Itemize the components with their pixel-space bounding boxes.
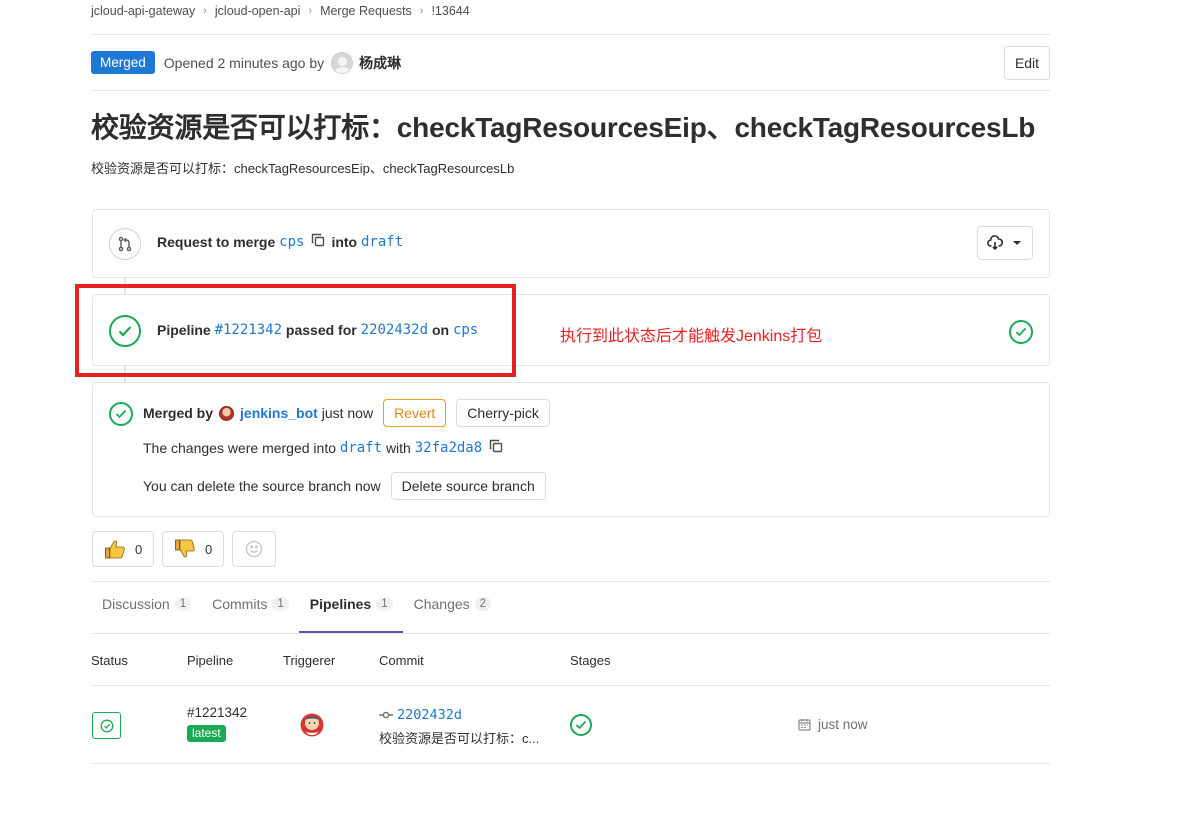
divider [91, 90, 1050, 91]
column-header-commit: Commit [379, 653, 424, 668]
tab-count: 2 [474, 596, 492, 611]
add-reaction-button[interactable] [232, 531, 276, 567]
divider [91, 763, 1050, 764]
pipeline-time: just now [798, 717, 868, 732]
merged-target-branch-link[interactable]: draft [340, 440, 382, 456]
tab-label: Discussion [102, 595, 170, 612]
breadcrumb-mr-id[interactable]: !13644 [431, 4, 469, 18]
source-branch-link[interactable]: cps [279, 234, 304, 250]
column-header-pipeline: Pipeline [187, 653, 234, 668]
thumbs-up-icon [105, 540, 125, 559]
status-badge: Merged [91, 51, 155, 74]
into-label: into [331, 233, 358, 250]
copy-icon[interactable] [489, 439, 503, 456]
annotation-highlight-box [75, 284, 516, 377]
merged-into-line: The changes were merged into draft with … [143, 439, 509, 456]
git-merge-icon [109, 228, 141, 260]
merge-commit-link[interactable]: 32fa2da8 [415, 440, 482, 456]
request-to-merge-label: Request to merge [157, 233, 276, 250]
tab-label: Changes [413, 595, 470, 612]
delete-source-branch-button[interactable]: Delete source branch [390, 472, 546, 500]
breadcrumb-merge-requests[interactable]: Merge Requests [320, 4, 412, 18]
merged-widget: Merged by jenkins_bot just now Revert Ch… [92, 382, 1050, 517]
jenkins-avatar[interactable] [300, 712, 324, 738]
with-label: with [385, 439, 411, 456]
tab-label: Commits [212, 595, 268, 612]
chevron-right-icon: › [308, 5, 313, 17]
divider [91, 633, 1050, 634]
delete-branch-line: You can delete the source branch now Del… [143, 472, 546, 500]
status-success-icon [100, 719, 113, 732]
chevron-right-icon: › [203, 5, 207, 17]
cherry-pick-button[interactable]: Cherry-pick [456, 399, 550, 427]
column-header-triggerer: Triggerer [283, 653, 336, 668]
merge-request-line: Request to merge cps into draft [157, 233, 403, 250]
tab-pipelines[interactable]: Pipelines 1 [298, 590, 403, 633]
stage-success-icon[interactable] [1009, 320, 1033, 344]
commit-icon [379, 711, 393, 719]
tab-count: 1 [174, 596, 192, 611]
stage-success-icon[interactable] [570, 714, 592, 736]
thumbs-up-count: 0 [135, 541, 143, 557]
merged-by-label: Merged by [143, 405, 214, 421]
thumbs-down-count: 0 [205, 541, 213, 557]
target-branch-link[interactable]: draft [361, 234, 403, 250]
avatar[interactable] [219, 405, 235, 421]
tab-count: 1 [272, 596, 289, 611]
merged-by-user-link[interactable]: jenkins_bot [240, 405, 318, 421]
mr-header: Merged Opened 2 minutes ago by 杨成琳 [91, 51, 401, 74]
column-header-status: Status [91, 653, 128, 668]
divider [91, 34, 1050, 35]
latest-badge: latest [187, 725, 226, 742]
merged-time: just now [321, 405, 374, 421]
chevron-right-icon: › [419, 5, 424, 17]
changes-merged-text: The changes were merged into [143, 439, 336, 456]
annotation-text: 执行到此状态后才能触发Jenkins打包 [560, 328, 823, 345]
download-dropdown-button[interactable] [977, 226, 1033, 260]
thumbs-down-award-button[interactable]: 0 [162, 531, 224, 567]
tab-changes[interactable]: Changes 2 [403, 590, 501, 633]
column-header-stages: Stages [570, 653, 611, 668]
breadcrumb: jcloud-api-gateway › jcloud-open-api › M… [91, 4, 470, 18]
merged-success-icon [109, 402, 133, 426]
pipeline-time-text: just now [818, 717, 868, 732]
calendar-icon [798, 719, 811, 731]
thumbs-up-award-button[interactable]: 0 [92, 531, 154, 567]
tab-commits[interactable]: Commits 1 [201, 590, 299, 633]
copy-icon[interactable] [311, 233, 325, 250]
pipeline-id-link[interactable]: #1221342 [187, 705, 247, 720]
pipeline-status-passed-badge[interactable] [92, 712, 121, 739]
divider [91, 581, 1050, 582]
thumbs-down-icon [175, 539, 195, 558]
opened-text: Opened 2 minutes ago by [163, 54, 325, 71]
smiley-icon [245, 540, 263, 558]
revert-button[interactable]: Revert [383, 399, 447, 427]
delete-branch-text: You can delete the source branch now [143, 478, 381, 494]
chevron-down-icon [1013, 241, 1021, 245]
mr-tabs: Discussion 1 Commits 1 Pipelines 1 Chang… [91, 590, 501, 633]
commit-cell: 2202432d [379, 707, 462, 723]
merge-request-widget: Request to merge cps into draft [92, 209, 1050, 278]
divider [91, 685, 1050, 686]
cloud-download-icon [987, 235, 1003, 251]
tab-label: Pipelines [309, 595, 372, 612]
tab-count: 1 [376, 596, 393, 611]
merged-by-line: Merged by jenkins_bot just now Revert Ch… [143, 399, 550, 427]
commit-message[interactable]: 校验资源是否可以打标：c... [379, 728, 539, 747]
commit-sha-link[interactable]: 2202432d [397, 707, 462, 723]
author-name[interactable]: 杨成琳 [359, 53, 401, 73]
mr-description: 校验资源是否可以打标：checkTagResourcesEip、checkTag… [91, 161, 515, 176]
avatar[interactable] [331, 51, 354, 74]
page-title: 校验资源是否可以打标：checkTagResourcesEip、checkTag… [91, 112, 1036, 143]
breadcrumb-group[interactable]: jcloud-api-gateway [91, 4, 195, 18]
edit-button[interactable]: Edit [1004, 46, 1050, 80]
tab-discussion[interactable]: Discussion 1 [91, 590, 201, 633]
breadcrumb-project[interactable]: jcloud-open-api [215, 4, 300, 18]
